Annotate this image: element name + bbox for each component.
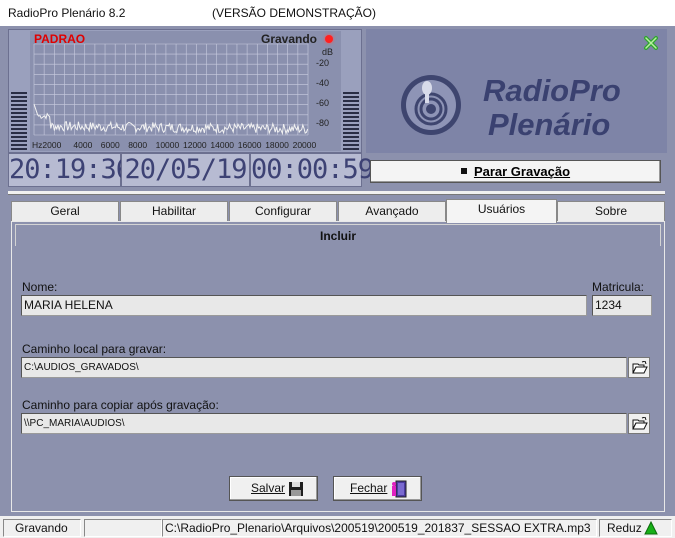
copy-path-label: Caminho para copiar após gravação: <box>22 398 219 412</box>
status-file-path: C:\RadioPro_Plenario\Arquivos\200519\200… <box>162 519 597 537</box>
save-button[interactable]: Salvar <box>229 476 318 501</box>
tab-geral[interactable]: Geral <box>11 201 119 221</box>
id-input[interactable]: 1234 <box>592 295 652 316</box>
tab-label: Geral <box>50 204 80 218</box>
hz-tick-label: 10000 <box>156 140 180 150</box>
db-tick-label: -40 <box>316 78 329 88</box>
stop-icon <box>460 168 467 174</box>
tab-configurar[interactable]: Configurar <box>229 201 337 221</box>
hz-tick-label: 8000 <box>128 140 147 150</box>
title-bar[interactable]: RadioPro Plenário 8.2 (VERSÃO DEMONSTRAÇ… <box>0 0 675 26</box>
spectrum-plot: dB-20 -40 -60 -80 Hz2000 4000 6000 8000 10000 120… <box>32 43 333 150</box>
stop-recording-label: Parar Gravação <box>473 164 571 179</box>
logo-panel: RadioPro Plenário <box>366 29 667 153</box>
logo-text-line2: Plenário <box>488 107 611 142</box>
db-unit-label: dB <box>322 47 333 57</box>
tab-avancado[interactable]: Avançado <box>338 201 446 221</box>
tab-habilitar[interactable]: Habilitar <box>120 201 228 221</box>
save-label: Salvar <box>251 481 286 495</box>
browse-local-button[interactable] <box>628 357 650 378</box>
status-state: Gravando <box>3 519 81 537</box>
tab-label: Configurar <box>254 204 312 218</box>
local-path-label: Caminho local para gravar: <box>22 342 167 356</box>
db-tick-label: -60 <box>316 98 329 108</box>
separator <box>8 191 665 195</box>
hz-tick-label: 18000 <box>265 140 289 150</box>
hz-tick-label: Hz2000 <box>32 140 62 150</box>
tab-usuarios[interactable]: Usuários <box>446 199 557 223</box>
level-meter-left <box>11 92 27 150</box>
recording-state-label: Gravando <box>260 32 317 46</box>
db-tick-label: -20 <box>316 58 329 68</box>
spectrum-grid-area <box>34 44 308 135</box>
browse-copy-button[interactable] <box>628 413 650 434</box>
hz-tick-label: 6000 <box>101 140 120 150</box>
name-label: Nome: <box>22 280 58 294</box>
hz-tick-label: 14000 <box>210 140 234 150</box>
clock-date: 20/05/19 <box>121 153 250 187</box>
window-title: RadioPro Plenário 8.2 <box>8 6 126 20</box>
preset-label: PADRAO <box>34 32 86 46</box>
close-label: Fechar <box>350 481 388 495</box>
id-label: Matricula: <box>592 280 645 294</box>
close-icon[interactable] <box>643 35 659 51</box>
local-path-input[interactable]: C:\AUDIOS_GRAVADOS\ <box>21 357 627 378</box>
reduce-label: Reduz <box>607 521 642 535</box>
stop-recording-button[interactable]: Parar Gravação <box>370 160 661 183</box>
floppy-disk-icon <box>289 482 303 496</box>
hz-tick-label: 12000 <box>183 140 207 150</box>
microphone-logo-icon <box>401 75 461 135</box>
hz-tick-label: 20000 <box>293 140 317 150</box>
logo-text-line1: RadioPro <box>483 73 621 108</box>
db-tick-label: -80 <box>316 118 329 128</box>
recording-led-icon <box>325 35 333 43</box>
level-meter-right <box>343 92 359 150</box>
copy-path-input[interactable]: \\PC_MARIA\AUDIOS\ <box>21 413 627 434</box>
tab-label: Sobre <box>594 204 628 218</box>
elapsed-time: 00:00:59 <box>250 153 374 187</box>
tab-label: Usuários <box>477 202 526 216</box>
tab-sobre[interactable]: Sobre <box>557 201 665 221</box>
exit-door-icon <box>392 480 407 498</box>
spectrum-panel: dB -20 -40 -60 -80 Hz2000 4000 6000 8000 10000 120… <box>8 29 362 153</box>
tab-label: Avançado <box>365 204 419 218</box>
status-empty-pane <box>84 519 162 537</box>
arrow-up-icon <box>644 521 658 535</box>
clock-time: 20:19:36 <box>8 153 132 187</box>
reduce-button[interactable]: Reduz <box>599 519 672 537</box>
status-bar: Gravando C:\RadioPro_Plenario\Arquivos\2… <box>0 516 675 538</box>
hz-tick-label: 4000 <box>73 140 92 150</box>
tab-label: Habilitar <box>151 204 196 218</box>
open-folder-icon <box>632 417 648 430</box>
name-input[interactable]: MARIA HELENA <box>21 295 587 316</box>
hz-tick-label: 16000 <box>238 140 262 150</box>
open-folder-icon <box>632 361 648 374</box>
spectrum-display: dB -20 -40 -60 -80 Hz2000 4000 6000 8000 10000 120… <box>30 31 341 151</box>
users-panel: Incluir Nome: Matricula: MARIA HELENA 12… <box>11 221 665 512</box>
section-title: Incluir <box>15 224 661 246</box>
window-subtitle: (VERSÃO DEMONSTRAÇÃO) <box>212 6 377 20</box>
close-button[interactable]: Fechar <box>333 476 422 501</box>
